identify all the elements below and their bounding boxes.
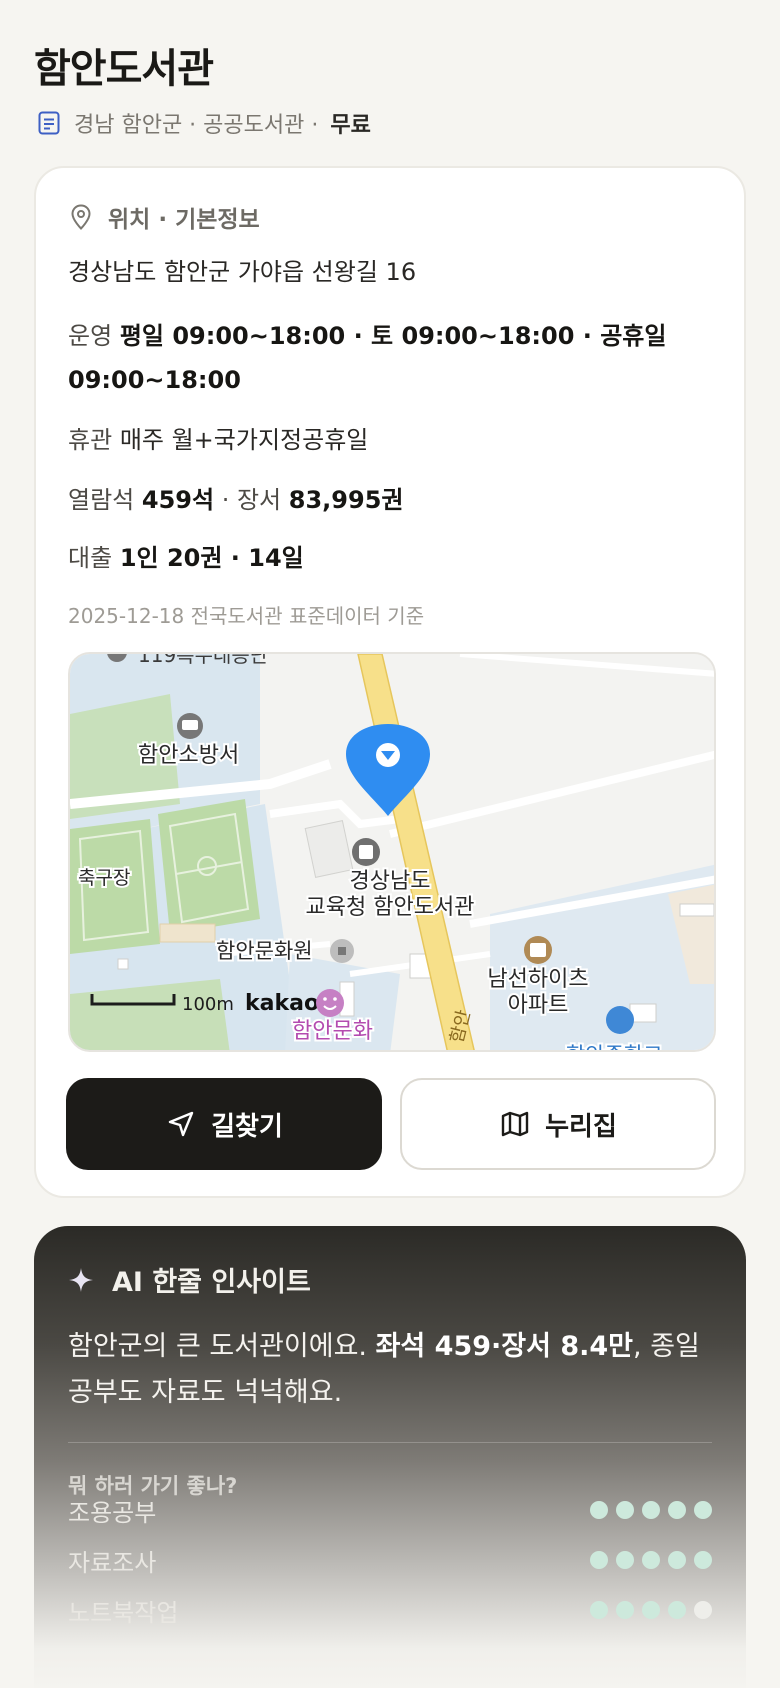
map-scale-label: 100m [182, 994, 234, 1015]
library-meta: 경남 함안군 · 공공도서관 · 무료 [36, 106, 371, 140]
info-section-header: 위치 · 기본정보 [68, 200, 260, 234]
seats-books: 열람석 459석 · 장서 83,995권 [68, 478, 403, 522]
closed-label: 휴관 [68, 426, 113, 454]
fire-truck-icon [182, 720, 198, 730]
region-category: 경남 함안군 · 공공도서관 · [74, 113, 319, 138]
activity-row: 자료조사 [68, 1540, 712, 1580]
ai-insight-card: AI 한줄 인사이트 함안군의 큰 도서관이에요. 좌석 459·장서 8.4만… [34, 1226, 746, 1688]
activity-rating [590, 1551, 712, 1569]
divider [68, 1442, 712, 1443]
rating-dot [590, 1501, 608, 1519]
homepage-button[interactable]: 누리집 [400, 1078, 716, 1170]
info-section-title: 위치 · 기본정보 [108, 207, 260, 233]
map-provider-logo: kakao [245, 991, 319, 1016]
map-label-culture-art: 함안문화 [292, 1019, 373, 1044]
navigation-arrow-icon [165, 1108, 197, 1140]
ai-insight-text: 함안군의 큰 도서관이에요. 좌석 459·장서 8.4만, 종일 공부도 자료… [68, 1324, 718, 1416]
closed-days: 휴관 매주 월+국가지정공휴일 [68, 418, 368, 462]
page-title: 함안도서관 [34, 46, 214, 92]
activity-name: 조용공부 [68, 1498, 157, 1527]
rating-dot [642, 1501, 660, 1519]
rating-dot [616, 1501, 634, 1519]
rating-dot [642, 1601, 660, 1619]
books-value: 83,995권 [288, 486, 404, 514]
ai-text-part1: 함안군의 큰 도서관이에요. [68, 1331, 376, 1362]
seats-label: 열람석 [68, 486, 135, 514]
map-label-culture-center: 함안문화원 [216, 939, 313, 963]
document-icon [36, 110, 62, 136]
rating-dot [616, 1551, 634, 1569]
books-label: · 장서 [221, 486, 282, 514]
opening-hours: 운영 평일 09:00~18:00 · 토 09:00~18:00 · 공휴일 … [68, 314, 708, 402]
fee-badge: 무료 [330, 113, 371, 138]
rating-dot [590, 1601, 608, 1619]
map-label-apartment: 남선하이츠 [487, 967, 588, 992]
map-label-school: 함안중학교 [566, 1043, 663, 1052]
rating-dot [668, 1501, 686, 1519]
hours-value: 평일 09:00~18:00 · 토 09:00~18:00 · 공휴일 09:… [68, 322, 667, 394]
library-detail-page: 함안도서관 경남 함안군 · 공공도서관 · 무료 위치 · 기본정보 경상남도… [0, 0, 780, 1688]
closed-value: 매주 월+국가지정공휴일 [119, 426, 369, 454]
location-pin-icon [68, 203, 94, 231]
map-label-library: 경상남도 [350, 869, 431, 894]
rating-dot [668, 1601, 686, 1619]
map-icon [499, 1108, 531, 1140]
sparkle-icon [68, 1267, 94, 1293]
apartment-icon [530, 943, 546, 957]
loan-value: 1인 20권 · 14일 [119, 544, 304, 572]
directions-button[interactable]: 길찾기 [66, 1078, 382, 1170]
activity-row: 조용공부 [68, 1490, 712, 1530]
map-label-rescue: 119특수대응단 [138, 654, 268, 667]
ai-insight-title: AI 한줄 인사이트 [112, 1267, 311, 1298]
location-map[interactable]: 100m kakao 119특수대응단 함안소방서 축구장 경상남도 교육청 함… [68, 652, 716, 1052]
rating-dot [694, 1601, 712, 1619]
rating-dot [694, 1501, 712, 1519]
info-card: 위치 · 기본정보 경상남도 함안군 가야읍 선왕길 16 운영 평일 09:0… [34, 166, 746, 1198]
library-poi-icon [359, 845, 373, 859]
loan-label: 대출 [68, 544, 113, 572]
map-label-apartment-line2: 아파트 [508, 993, 569, 1018]
rating-dot [616, 1601, 634, 1619]
activity-row: 노트북작업 [68, 1590, 712, 1630]
directions-label: 길찾기 [211, 1111, 283, 1142]
loan-policy: 대출 1인 20권 · 14일 [68, 536, 304, 580]
ai-text-highlight: 좌석 459·장서 8.4만 [375, 1331, 634, 1362]
seats-value: 459석 [141, 486, 215, 514]
map-label-fire-station: 함안소방서 [138, 743, 239, 768]
ai-insight-header: AI 한줄 인사이트 [68, 1260, 311, 1299]
activity-name: 노트북작업 [68, 1598, 179, 1627]
activity-rating [590, 1601, 712, 1619]
activity-name: 자료조사 [68, 1548, 157, 1577]
rating-dot [694, 1551, 712, 1569]
address: 경상남도 함안군 가야읍 선왕길 16 [68, 258, 417, 286]
rating-dot [642, 1551, 660, 1569]
map-label-soccer: 축구장 [78, 867, 130, 889]
rating-dot [668, 1551, 686, 1569]
hours-label: 운영 [68, 322, 113, 350]
rating-dot [590, 1551, 608, 1569]
map-label-library-line2: 교육청 함안도서관 [306, 895, 475, 920]
data-source: 2025-12-18 전국도서관 표준데이터 기준 [68, 604, 425, 628]
homepage-label: 누리집 [545, 1111, 617, 1142]
activity-rating [590, 1501, 712, 1519]
